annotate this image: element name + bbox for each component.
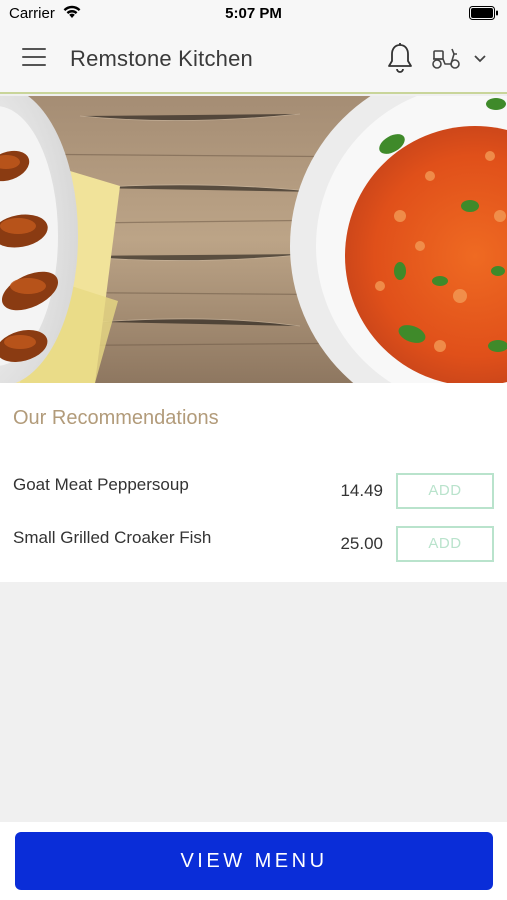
hero-food-banner	[0, 96, 507, 383]
battery-icon	[469, 6, 498, 20]
list-item: Small Grilled Croaker Fish 25.00 ADD	[0, 520, 507, 562]
add-button[interactable]: ADD	[396, 526, 494, 562]
add-button[interactable]: ADD	[396, 473, 494, 509]
status-bar: Carrier 5:07 PM	[0, 0, 507, 26]
dish-name: Goat Meat Peppersoup	[13, 475, 189, 494]
restaurant-title: Remstone Kitchen	[70, 46, 253, 71]
list-item: Goat Meat Peppersoup 14.49 ADD	[0, 467, 507, 509]
hamburger-menu-icon[interactable]	[22, 48, 48, 70]
app-header: Remstone Kitchen	[0, 26, 507, 94]
bottom-bar: VIEW MENU	[0, 822, 507, 900]
scooter-icon[interactable]	[430, 46, 462, 70]
status-time: 5:07 PM	[225, 5, 282, 22]
recommendations-heading: Our Recommendations	[13, 407, 219, 429]
app-screen: Carrier 5:07 PM Remstone Kitchen Our Rec…	[0, 0, 507, 900]
chevron-down-icon[interactable]	[472, 53, 488, 65]
dish-price: 14.49	[340, 481, 383, 500]
dish-name: Small Grilled Croaker Fish	[13, 528, 212, 547]
food-banner-image	[0, 96, 507, 383]
dish-price: 25.00	[340, 534, 383, 553]
bell-icon[interactable]	[386, 42, 414, 74]
recommendations-section: Our Recommendations Goat Meat Peppersoup…	[0, 383, 507, 582]
view-menu-button[interactable]: VIEW MENU	[15, 832, 493, 890]
